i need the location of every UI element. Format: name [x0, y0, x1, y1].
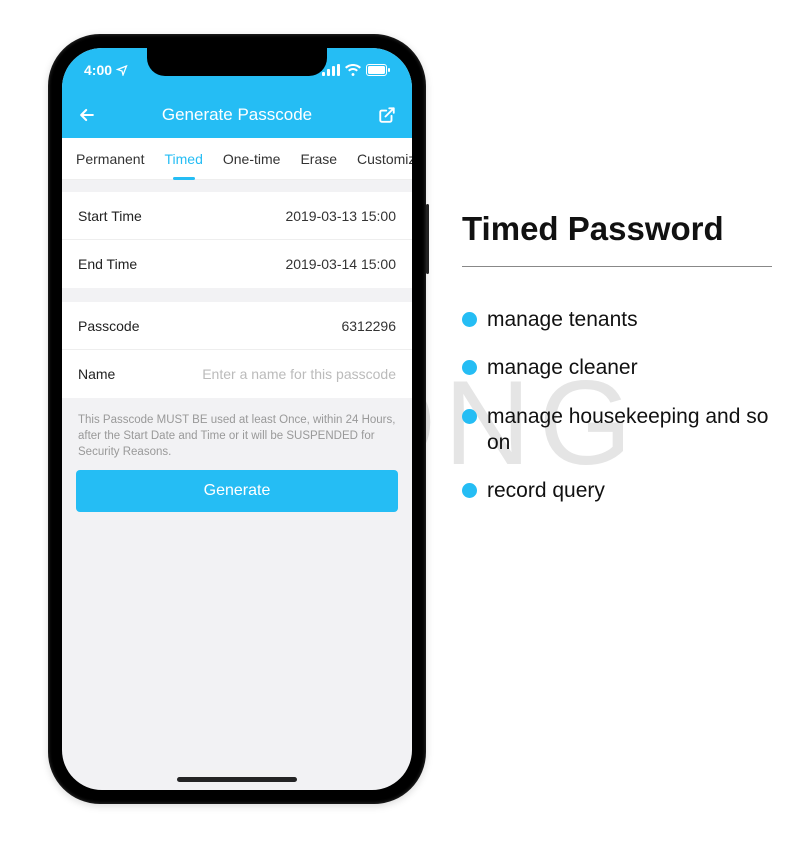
nav-title: Generate Passcode	[162, 105, 312, 125]
tab-bar: Permanent Timed One-time Erase Customize	[62, 138, 412, 180]
bullet-text: manage tenants	[487, 307, 638, 333]
end-time-label: End Time	[78, 256, 137, 272]
location-icon	[116, 64, 128, 76]
bullet-item: manage cleaner	[462, 355, 792, 381]
passcode-label: Passcode	[78, 318, 139, 334]
battery-icon	[366, 64, 390, 76]
bullet-text: manage housekeeping and so on	[487, 404, 792, 457]
bullet-text: record query	[487, 478, 605, 504]
bullet-item: manage tenants	[462, 307, 792, 333]
tab-erase[interactable]: Erase	[290, 138, 347, 179]
generate-button[interactable]: Generate	[76, 470, 398, 512]
passcode-row: Passcode 6312296	[62, 302, 412, 350]
side-panel: Timed Password manage tenants manage cle…	[462, 210, 792, 526]
phone-screen: 4:00 Generate Passcode	[62, 48, 412, 790]
bullet-dot-icon	[462, 483, 477, 498]
nav-bar: Generate Passcode	[62, 92, 412, 138]
name-label: Name	[78, 366, 115, 382]
phone-frame: 4:00 Generate Passcode	[48, 34, 426, 804]
warning-note: This Passcode MUST BE used at least Once…	[62, 398, 412, 470]
bullet-list: manage tenants manage cleaner manage hou…	[462, 307, 792, 504]
bullet-item: manage housekeeping and so on	[462, 404, 792, 457]
status-time: 4:00	[84, 62, 112, 78]
tab-one-time[interactable]: One-time	[213, 138, 291, 179]
notch	[147, 48, 327, 76]
divider	[462, 266, 772, 267]
share-button[interactable]	[376, 104, 398, 126]
back-arrow-icon	[77, 105, 97, 125]
wifi-icon	[345, 64, 361, 76]
end-time-value: 2019-03-14 15:00	[285, 256, 396, 272]
name-row[interactable]: Name Enter a name for this passcode	[62, 350, 412, 398]
tab-permanent[interactable]: Permanent	[66, 138, 154, 179]
bullet-dot-icon	[462, 312, 477, 327]
tab-timed[interactable]: Timed	[154, 138, 212, 179]
side-title: Timed Password	[462, 210, 792, 248]
start-time-row[interactable]: Start Time 2019-03-13 15:00	[62, 192, 412, 240]
bullet-dot-icon	[462, 360, 477, 375]
home-indicator[interactable]	[177, 777, 297, 782]
passcode-value: 6312296	[341, 318, 396, 334]
bullet-dot-icon	[462, 409, 477, 424]
start-time-value: 2019-03-13 15:00	[285, 208, 396, 224]
form-area: Start Time 2019-03-13 15:00 End Time 201…	[62, 192, 412, 512]
name-placeholder: Enter a name for this passcode	[202, 366, 396, 382]
end-time-row[interactable]: End Time 2019-03-14 15:00	[62, 240, 412, 288]
start-time-label: Start Time	[78, 208, 142, 224]
bullet-text: manage cleaner	[487, 355, 638, 381]
bullet-item: record query	[462, 478, 792, 504]
back-button[interactable]	[76, 104, 98, 126]
tab-customize[interactable]: Customize	[347, 138, 412, 179]
external-link-icon	[378, 106, 396, 124]
